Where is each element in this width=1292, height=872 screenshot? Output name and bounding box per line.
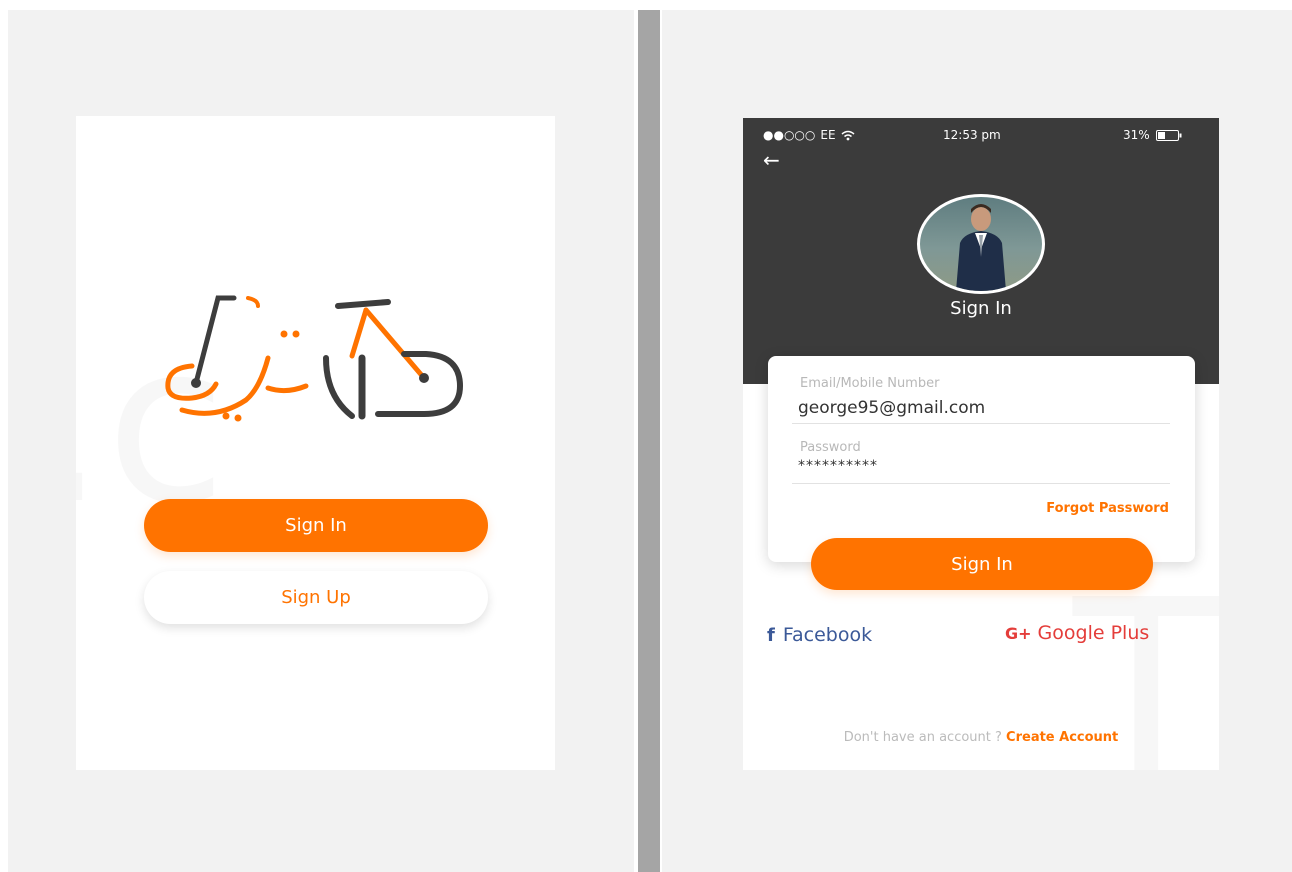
facebook-icon: f	[767, 624, 775, 646]
password-field[interactable]: **********	[798, 458, 878, 474]
sign-in-button[interactable]: Sign In	[811, 538, 1153, 590]
profile-photo	[956, 204, 1006, 291]
forgot-password-link[interactable]: Forgot Password	[1046, 501, 1169, 516]
signup-prompt-text: Don't have an account ?	[843, 730, 1007, 745]
welcome-screen: .c Sign In Sign Up	[76, 116, 555, 770]
google-plus-icon: G+	[1005, 623, 1032, 643]
sign-in-button[interactable]: Sign In	[144, 499, 488, 552]
email-underline	[792, 423, 1170, 424]
password-label: Password	[800, 440, 861, 455]
sign-up-button[interactable]: Sign Up	[144, 571, 488, 624]
wifi-icon	[841, 130, 855, 140]
signup-prompt: Don't have an account ? Create Account	[743, 730, 1219, 745]
google-plus-label: Google Plus	[1037, 622, 1150, 644]
facebook-login-button[interactable]: f Facebook	[767, 624, 872, 646]
bike-logo-icon	[165, 295, 464, 422]
google-plus-login-button[interactable]: G+ Google Plus	[1005, 622, 1149, 644]
panel-divider	[638, 10, 660, 872]
password-underline	[792, 483, 1170, 484]
email-label: Email/Mobile Number	[800, 376, 940, 391]
page-title: Sign In	[950, 298, 1012, 319]
sign-in-screen: T ●●○○○ EE 12:53 pm 31% ←	[743, 118, 1219, 770]
back-arrow-icon[interactable]: ←	[763, 148, 780, 172]
clock: 12:53 pm	[943, 128, 1001, 142]
carrier-name: EE	[820, 128, 836, 142]
facebook-label: Facebook	[782, 624, 873, 646]
sign-in-form: Email/Mobile Number george95@gmail.com P…	[768, 356, 1195, 562]
signal-strength: ●●○○○	[763, 128, 816, 142]
status-bar: ●●○○○ EE 12:53 pm 31%	[743, 118, 1219, 148]
battery-icon	[1155, 129, 1182, 141]
avatar	[917, 194, 1045, 294]
battery-percent: 31%	[1123, 128, 1150, 142]
create-account-link[interactable]: Create Account	[1006, 730, 1118, 745]
email-field[interactable]: george95@gmail.com	[798, 398, 985, 418]
